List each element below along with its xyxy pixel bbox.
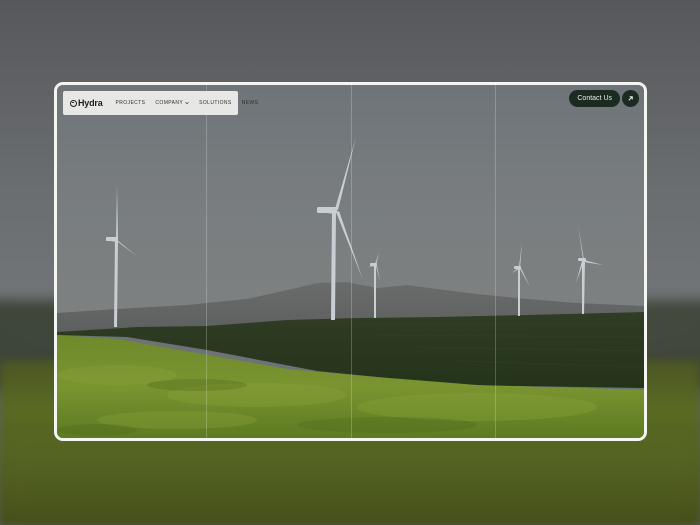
nav-item-news[interactable]: NEWS <box>242 100 259 106</box>
hero-image <box>57 85 644 438</box>
grid-line <box>495 85 496 438</box>
contact-cta: Contact Us <box>569 90 639 107</box>
nav-item-solutions[interactable]: SOLUTIONS <box>199 100 232 106</box>
chevron-down-icon <box>185 102 189 105</box>
arrow-up-right-icon <box>628 96 633 101</box>
nav-item-projects[interactable]: PROJECTS <box>116 100 146 106</box>
contact-us-button[interactable]: Contact Us <box>569 90 620 107</box>
nav-item-company-label: COMPANY <box>155 100 184 106</box>
nav-item-company[interactable]: COMPANY <box>155 100 189 106</box>
logo-mark-icon <box>70 99 77 107</box>
grid-line <box>206 85 207 438</box>
hero-frame: Hydra PROJECTS COMPANY SOLUTIONS NEWS Co… <box>54 82 647 441</box>
top-navigation: Hydra PROJECTS COMPANY SOLUTIONS NEWS <box>63 91 258 115</box>
logo[interactable]: Hydra <box>70 98 103 108</box>
logo-text: Hydra <box>78 98 103 108</box>
grid-line <box>351 85 352 438</box>
contact-arrow-button[interactable] <box>622 90 639 107</box>
